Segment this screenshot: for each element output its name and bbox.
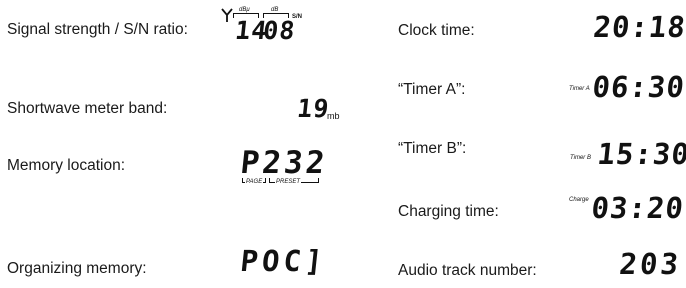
dbu-unit-label: dBμ <box>238 7 251 13</box>
shortwave-band-value: 19 <box>295 94 331 123</box>
audio-track-value: 203 <box>617 247 683 281</box>
sn-unit-label: S/N <box>292 14 303 20</box>
organizing-memory-label: Organizing memory: <box>7 260 147 277</box>
page-label: PAGE <box>245 179 264 185</box>
timer-b-label: “Timer B”: <box>398 140 467 157</box>
sn-ratio-value: 08 <box>261 16 297 45</box>
timer-b-tag: Timer B <box>570 155 591 161</box>
charging-time-value: 03:20 <box>589 191 686 225</box>
charge-tag: Charge <box>569 197 589 203</box>
timer-a-label: “Timer A”: <box>398 81 466 98</box>
memory-location-value: P232 <box>238 145 330 181</box>
timer-a-value: 06:30 <box>590 70 686 104</box>
shortwave-band-label: Shortwave meter band: <box>7 100 168 117</box>
clock-time-value: 20:18 <box>591 10 686 44</box>
audio-track-label: Audio track number: <box>398 262 537 279</box>
memory-location-label: Memory location: <box>7 157 126 174</box>
clock-time-label: Clock time: <box>398 22 475 39</box>
timer-a-tag: Timer A <box>569 86 590 92</box>
charging-time-label: Charging time: <box>398 203 499 220</box>
organizing-memory-value: POC] <box>238 244 329 278</box>
preset-label: PRESET <box>275 179 302 185</box>
antenna-icon <box>221 8 233 26</box>
signal-strength-label: Signal strength / S/N ratio: <box>7 21 188 38</box>
timer-b-value: 15:30 <box>595 137 686 171</box>
meter-band-unit: mb <box>327 111 340 121</box>
db-unit-label: dB <box>270 7 280 13</box>
